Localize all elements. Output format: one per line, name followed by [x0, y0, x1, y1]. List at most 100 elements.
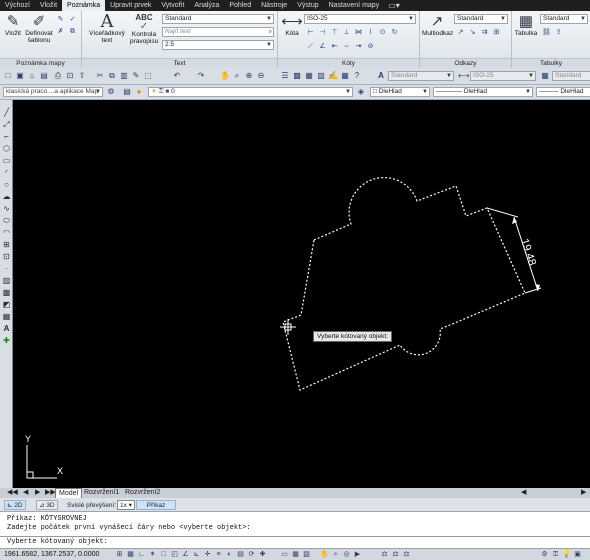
block-editor-icon[interactable]: ⬚ — [143, 71, 153, 81]
make-current-icon[interactable]: ◈ — [356, 87, 366, 97]
pan-icon[interactable]: ✋ — [220, 71, 230, 81]
dim-break-icon[interactable]: ⋈ — [354, 28, 363, 37]
line-icon[interactable]: ╱ — [1, 108, 12, 118]
ellipse-icon[interactable]: ⬭ — [1, 216, 12, 226]
mleader-style-select[interactable]: Standard ▼ — [454, 14, 508, 24]
leader-add-icon[interactable]: ↗ — [456, 28, 465, 37]
layer-select[interactable]: ☀ ⚿ ■ 0 ▼ — [148, 87, 353, 97]
dim-quick-icon[interactable]: ⊢ — [306, 28, 315, 37]
ellipse-arc-icon[interactable]: ◠ — [1, 228, 12, 238]
undo-icon[interactable]: ↶ — [172, 71, 182, 81]
bulb-icon[interactable]: ● — [134, 87, 144, 97]
workspace-select[interactable]: klasická praco....a aplikace Map ▼ — [3, 87, 103, 97]
cut-icon[interactable]: ✂ — [95, 71, 105, 81]
dim-update-icon[interactable]: ↻ — [390, 28, 399, 37]
kota-button[interactable]: ⟷ Kóta — [280, 13, 304, 37]
dim-override-icon[interactable]: ⊘ — [366, 42, 375, 51]
add-selected-icon[interactable]: ✚ — [1, 336, 12, 346]
preview-icon[interactable]: ⊡ — [65, 71, 75, 81]
annotation-update-icon[interactable]: ✓ — [68, 15, 77, 24]
table-draw-icon[interactable]: ▦ — [1, 312, 12, 322]
markup-icon[interactable]: ✍ — [328, 71, 338, 81]
lock-ui-icon[interactable]: ⚿ — [551, 550, 560, 560]
vlozit-poznamku-button[interactable]: ✎ Vložit — [2, 13, 24, 37]
annotation-copy-icon[interactable]: ⧉ — [68, 27, 77, 36]
ribbon-tab-pohled[interactable]: Pohled — [224, 0, 256, 11]
find-text-input[interactable]: Najít text ⌕ — [162, 27, 274, 37]
view-2d-button[interactable]: ⊾ 2D — [4, 500, 26, 510]
ribbon-tab-vychozi[interactable]: Výchozí — [0, 0, 35, 11]
zoom-previous-icon[interactable]: ⊖ — [256, 71, 266, 81]
leader-align-icon[interactable]: ⇉ — [480, 28, 489, 37]
tab-rozvrzeni1[interactable]: Rozvržení1 — [81, 488, 122, 498]
snap-icon[interactable]: ⊞ — [115, 550, 124, 560]
dim-center-icon[interactable]: ⇔ — [342, 42, 351, 51]
region-icon[interactable]: ◩ — [1, 300, 12, 310]
text-style-toolbar-select[interactable]: Standard ▼ — [388, 71, 454, 81]
tab-nav-first-icon[interactable]: ◀◀ — [4, 488, 21, 498]
revcloud-icon[interactable]: ☁ — [1, 192, 12, 202]
dim-text-angle-icon[interactable]: ∠ — [318, 42, 327, 51]
dim-right-icon[interactable]: ⇥ — [354, 42, 363, 51]
design-center-icon[interactable]: ▩ — [292, 71, 302, 81]
layer-manager-icon[interactable]: ▤ — [122, 87, 132, 97]
model-space-icon[interactable]: ▭ — [280, 550, 289, 560]
table-style-toolbar-select[interactable]: Standard — [552, 71, 590, 81]
otrack-icon[interactable]: ∠ — [181, 550, 190, 560]
qnew-icon[interactable]: ▣ — [15, 71, 25, 81]
dim-left-icon[interactable]: ⇤ — [330, 42, 339, 51]
quick-view-drawings-icon[interactable]: ▧ — [302, 550, 311, 560]
save-icon[interactable]: ▤ — [39, 71, 49, 81]
text-style-select[interactable]: Standard ▼ — [162, 14, 274, 24]
tab-rozvrzeni2[interactable]: Rozvržení2 — [122, 488, 163, 498]
clean-screen-icon[interactable]: ▣ — [573, 550, 582, 560]
new-icon[interactable]: □ — [3, 71, 13, 81]
spline-icon[interactable]: ∿ — [1, 204, 12, 214]
showmotion-icon[interactable]: ▶ — [353, 550, 362, 560]
linetype-select[interactable]: ———— DleHlad ▼ — [433, 87, 533, 97]
auto-scale-icon[interactable]: ⚖ — [402, 550, 411, 560]
annotation-edit-icon[interactable]: ✎ — [56, 15, 65, 24]
workspace-settings-icon[interactable]: ⚙ — [106, 87, 116, 97]
help-icon[interactable]: ? — [352, 71, 362, 81]
text-height-select[interactable]: 2.5 ▼ — [162, 40, 274, 50]
annotation-visibility-icon[interactable]: ⚖ — [391, 550, 400, 560]
dim-jog-icon[interactable]: ⌇ — [366, 28, 375, 37]
rectangle-icon[interactable]: ▭ — [1, 156, 12, 166]
ribbon-tab-nastroje[interactable]: Nástroje — [256, 0, 292, 11]
dim-space-icon[interactable]: ⊥ — [342, 28, 351, 37]
annotation-scale-icon[interactable]: ⚖ — [380, 550, 389, 560]
workspace-switch-icon[interactable]: ⚙ — [540, 550, 549, 560]
quick-props-icon[interactable]: ▤ — [236, 550, 245, 560]
arc-icon[interactable]: ◜ — [1, 168, 12, 178]
kontrola-pravopisu-button[interactable]: ABC ✓ Kontrola pravopisu — [130, 13, 158, 45]
dim-continue-icon[interactable]: ⊣ — [318, 28, 327, 37]
viceradkovy-text-button[interactable]: A Víceřádkový text — [86, 13, 128, 45]
scroll-right-icon[interactable]: ▶ — [578, 488, 589, 498]
ribbon-tab-nastaveni-mapy[interactable]: Nastavení mapy — [324, 0, 385, 11]
quick-view-layouts-icon[interactable]: ▦ — [291, 550, 300, 560]
ribbon-tab-poznamka[interactable]: Poznámka — [62, 0, 106, 11]
calculator-icon[interactable]: ▦ — [340, 71, 350, 81]
tab-model[interactable]: Model — [55, 488, 83, 498]
dim-style-select[interactable]: ISO-25 ▼ — [304, 14, 416, 24]
make-block-icon[interactable]: ⊡ — [1, 252, 12, 262]
polyline-icon[interactable]: ⌐ — [1, 132, 12, 142]
zoom-status-icon[interactable]: ⌕ — [331, 550, 340, 560]
insert-block-icon[interactable]: ⊞ — [1, 240, 12, 250]
copy-icon[interactable]: ⧉ — [107, 71, 117, 81]
color-select[interactable]: □ DleHlad ▼ — [370, 87, 430, 97]
ribbon-tab-analyza[interactable]: Analýza — [189, 0, 224, 11]
publish-icon[interactable]: ⇧ — [77, 71, 87, 81]
isolate-icon[interactable]: 💡 — [562, 550, 571, 560]
grid-icon[interactable]: ▦ — [126, 550, 135, 560]
dim-baseline-icon[interactable]: ⊤ — [330, 28, 339, 37]
mtext-draw-icon[interactable]: A — [1, 324, 12, 334]
osnap-icon[interactable]: □ — [159, 550, 168, 560]
polygon-icon[interactable]: ⬡ — [1, 144, 12, 154]
tab-nav-prev-icon[interactable]: ◀ — [20, 488, 31, 498]
table-style-select[interactable]: Standard ▼ — [540, 14, 588, 24]
dim-style-toolbar-select[interactable]: ISO-25 ▼ — [470, 71, 536, 81]
hatch-icon[interactable]: ▨ — [1, 276, 12, 286]
steering-wheel-icon[interactable]: ◎ — [342, 550, 351, 560]
